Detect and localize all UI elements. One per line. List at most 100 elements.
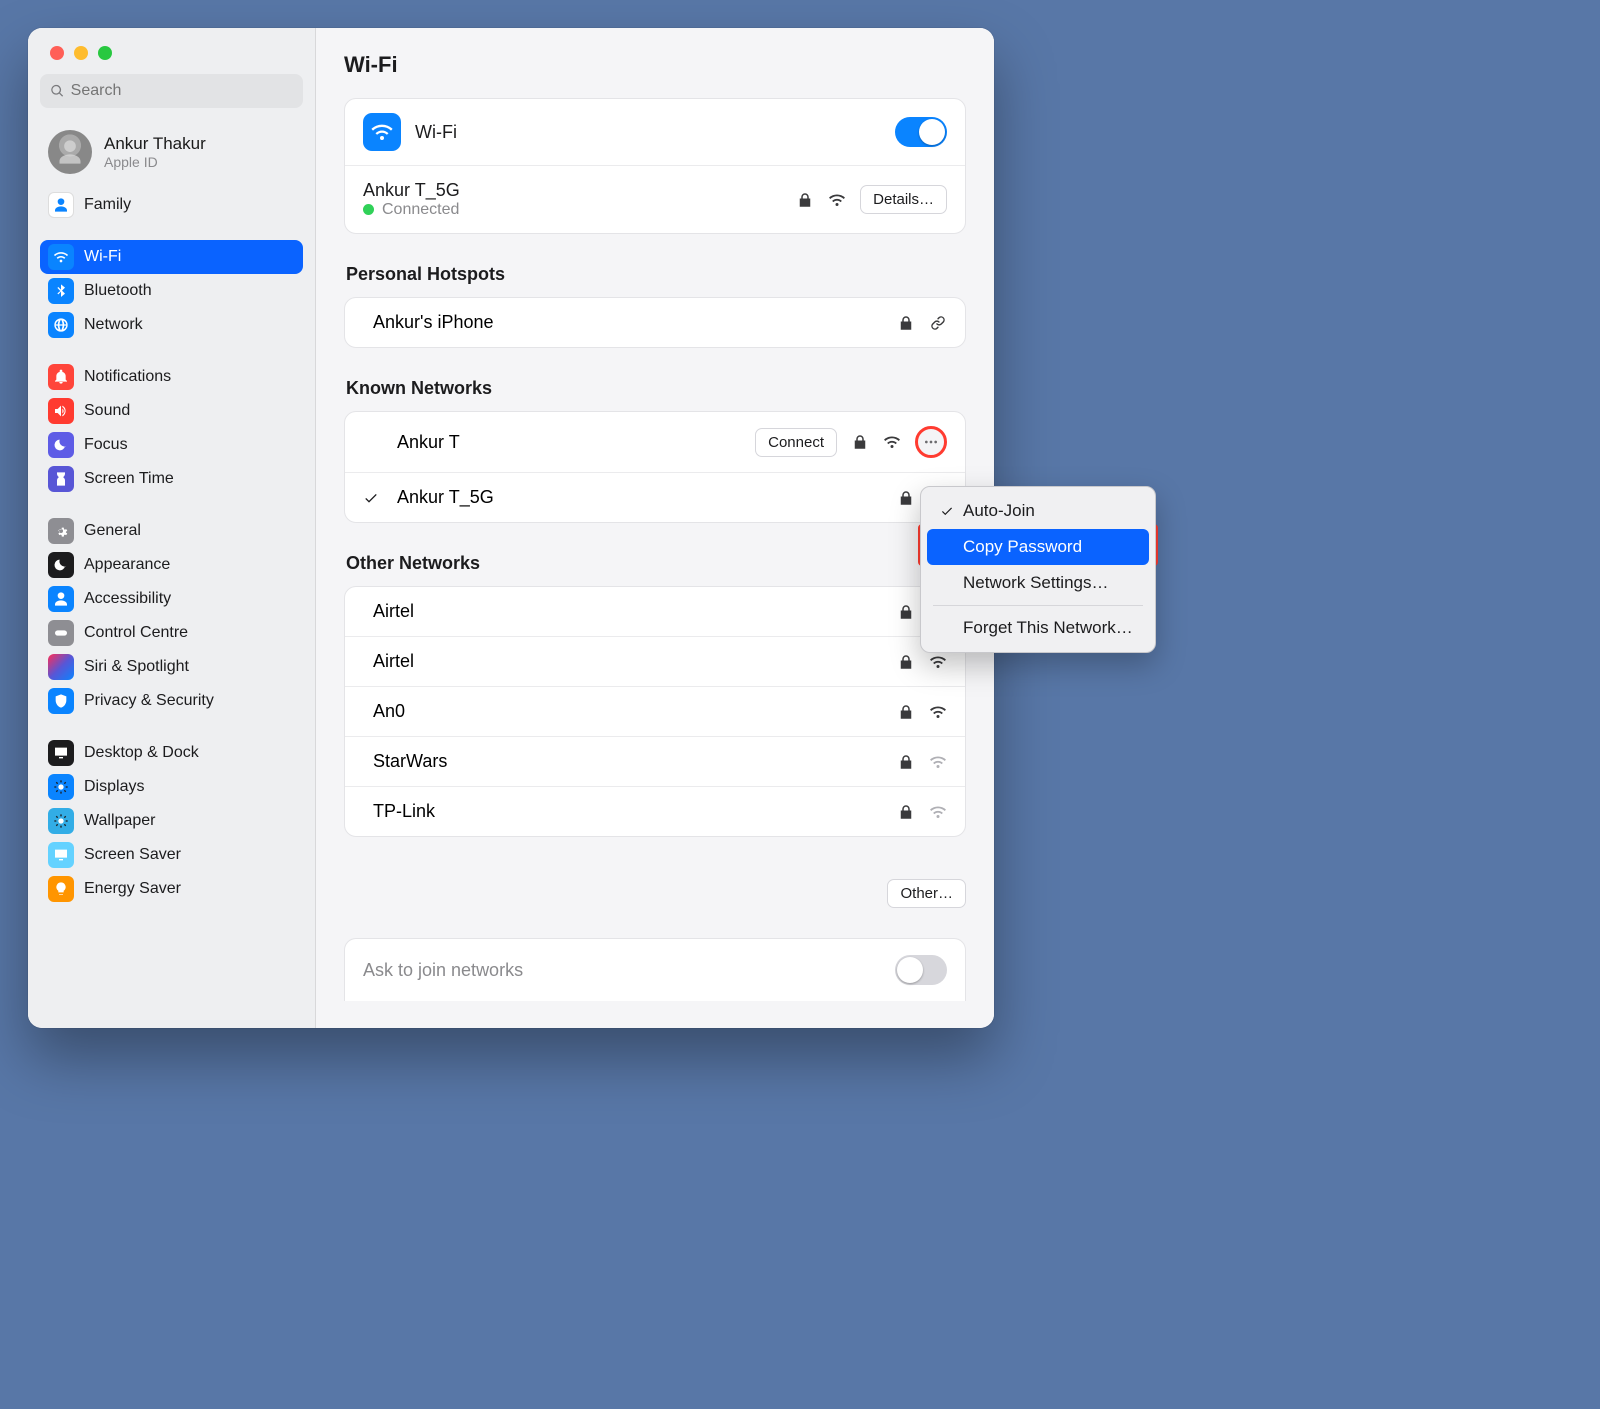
other-network-row[interactable]: Airtel [345, 587, 965, 637]
other-network-row[interactable]: Airtel [345, 637, 965, 687]
sidebar-item-notifications[interactable]: Notifications [40, 360, 303, 394]
sidebar-item-appearance[interactable]: Appearance [40, 548, 303, 582]
network-name: Ankur T [397, 432, 460, 453]
sidebar-item-control-centre[interactable]: Control Centre [40, 616, 303, 650]
menu-auto-join[interactable]: Auto-Join [927, 493, 1149, 529]
link-icon [929, 314, 947, 332]
search-input[interactable] [71, 82, 293, 100]
search-icon [50, 83, 65, 99]
bell-icon [48, 364, 74, 390]
avatar [48, 130, 92, 174]
menu-item-label: Forget This Network… [963, 618, 1133, 638]
close-window-button[interactable] [50, 46, 64, 60]
apple-id-row[interactable]: Ankur Thakur Apple ID [40, 124, 303, 188]
zoom-window-button[interactable] [98, 46, 112, 60]
user-name: Ankur Thakur [104, 134, 206, 154]
ask-join-toggle[interactable] [895, 955, 947, 985]
other-network-row[interactable]: TP-Link [345, 787, 965, 836]
sidebar-item-label: Bluetooth [84, 282, 152, 300]
lock-icon [897, 489, 915, 507]
toggles-icon [48, 620, 74, 646]
network-name: An0 [373, 701, 405, 722]
sidebar-item-label: Screen Time [84, 470, 174, 488]
sidebar-item-energy-saver[interactable]: Energy Saver [40, 872, 303, 906]
known-network-row[interactable]: Ankur T Connect [345, 412, 965, 473]
sidebar-item-label: Accessibility [84, 590, 171, 608]
known-network-row[interactable]: Ankur T_5G [345, 473, 965, 522]
lock-icon [897, 314, 915, 332]
details-button[interactable]: Details… [860, 185, 947, 214]
ask-join-label: Ask to join networks [363, 960, 523, 981]
sidebar-item-label: Desktop & Dock [84, 744, 199, 762]
window-controls [40, 28, 303, 74]
menu-item-label: Copy Password [963, 537, 1082, 557]
network-name: Ankur T_5G [397, 487, 494, 508]
sound-icon [48, 398, 74, 424]
sidebar-item-privacy[interactable]: Privacy & Security [40, 684, 303, 718]
network-name: Airtel [373, 651, 414, 672]
sidebar-item-label: Network [84, 316, 143, 334]
sidebar-item-siri[interactable]: Siri & Spotlight [40, 650, 303, 684]
menu-forget-network[interactable]: Forget This Network… [927, 610, 1149, 646]
ellipsis-icon [923, 434, 939, 450]
sidebar-item-accessibility[interactable]: Accessibility [40, 582, 303, 616]
moon-icon [48, 432, 74, 458]
minimize-window-button[interactable] [74, 46, 88, 60]
sidebar-item-label: Family [84, 196, 131, 214]
sidebar-item-bluetooth[interactable]: Bluetooth [40, 274, 303, 308]
sidebar-item-label: Screen Saver [84, 846, 181, 864]
wifi-signal-icon [929, 653, 947, 671]
sidebar-item-label: Wallpaper [84, 812, 155, 830]
hotspots-panel: Ankur's iPhone [344, 297, 966, 348]
wifi-toggle[interactable] [895, 117, 947, 147]
menu-item-label: Auto-Join [963, 501, 1035, 521]
sidebar-item-screen-time[interactable]: Screen Time [40, 462, 303, 496]
other-network-row[interactable]: StarWars [345, 737, 965, 787]
sidebar-item-family[interactable]: Family [40, 188, 303, 222]
hotspots-heading: Personal Hotspots [346, 264, 966, 285]
page-title: Wi-Fi [344, 52, 966, 78]
connect-button[interactable]: Connect [755, 428, 837, 457]
known-panel: Ankur T Connect Ankur T_5G [344, 411, 966, 523]
other-heading: Other Networks [346, 553, 966, 574]
sidebar-item-label: Privacy & Security [84, 692, 214, 710]
lock-icon [851, 433, 869, 451]
sidebar-item-label: Wi-Fi [84, 248, 121, 266]
sidebar-item-wallpaper[interactable]: Wallpaper [40, 804, 303, 838]
sidebar-item-screen-saver[interactable]: Screen Saver [40, 838, 303, 872]
network-icon [48, 312, 74, 338]
hotspot-row[interactable]: Ankur's iPhone [345, 298, 965, 347]
sidebar-item-general[interactable]: General [40, 514, 303, 548]
menu-copy-password[interactable]: Copy Password [927, 529, 1149, 565]
wifi-label: Wi-Fi [415, 122, 881, 143]
network-name: Ankur's iPhone [373, 312, 494, 333]
screensaver-icon [48, 842, 74, 868]
sidebar-item-sound[interactable]: Sound [40, 394, 303, 428]
appearance-icon [48, 552, 74, 578]
connection-status: Connected [382, 201, 459, 218]
menu-network-settings[interactable]: Network Settings… [927, 565, 1149, 601]
sidebar-item-displays[interactable]: Displays [40, 770, 303, 804]
sidebar-item-label: Appearance [84, 556, 170, 574]
sidebar-item-wifi[interactable]: Wi-Fi [40, 240, 303, 274]
wifi-signal-icon [929, 803, 947, 821]
dock-icon [48, 740, 74, 766]
sidebar-item-label: General [84, 522, 141, 540]
lock-icon [897, 603, 915, 621]
sidebar-item-desktop-dock[interactable]: Desktop & Dock [40, 736, 303, 770]
sidebar-item-label: Displays [84, 778, 144, 796]
sidebar-item-label: Notifications [84, 368, 171, 386]
search-field[interactable] [40, 74, 303, 108]
more-options-button[interactable] [915, 426, 947, 458]
sidebar-item-network[interactable]: Network [40, 308, 303, 342]
other-button[interactable]: Other… [887, 879, 966, 908]
sidebar-item-label: Sound [84, 402, 130, 420]
sidebar-item-focus[interactable]: Focus [40, 428, 303, 462]
check-icon [363, 490, 379, 506]
wifi-icon [48, 244, 74, 270]
status-dot-icon [363, 204, 374, 215]
other-network-row[interactable]: An0 [345, 687, 965, 737]
lock-icon [897, 703, 915, 721]
ask-to-join-row[interactable]: Ask to join networks [344, 938, 966, 1001]
network-name: TP-Link [373, 801, 435, 822]
